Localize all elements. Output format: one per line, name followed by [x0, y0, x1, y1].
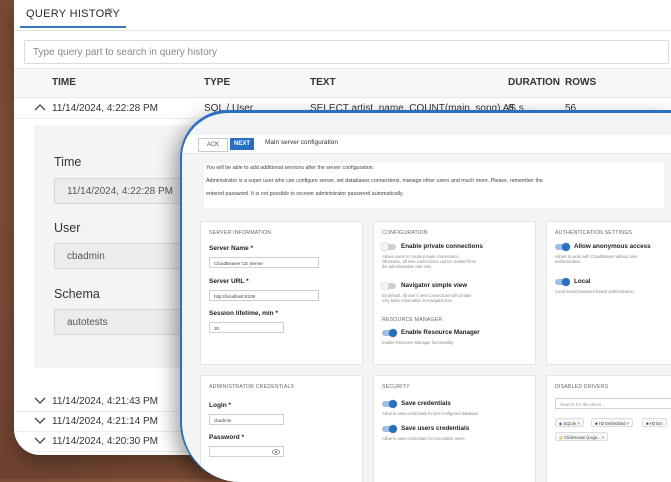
authentication-card: AUTHENTICATION SETTINGS Allow anonymous …: [546, 221, 671, 365]
server-url-label: Server URL *: [209, 278, 249, 285]
private-connections-setting: Enable private connections Allows users …: [381, 243, 542, 269]
anonymous-access-setting: Allow anonymous access Allows to work wi…: [555, 243, 671, 264]
server-name-input[interactable]: CloudBeaver CE Server: [209, 257, 319, 268]
configuration-card: CONFIGURATION Enable private connections…: [373, 221, 536, 365]
driver-chip-h2-embedded-2[interactable]: ■ H2 Em: [642, 418, 667, 427]
detail-schema-field: autotests: [54, 309, 189, 335]
toggle-label: Save credentials: [401, 400, 451, 407]
anonymous-access-toggle[interactable]: [555, 243, 570, 251]
row-time: 11/14/2024, 4:21:14 PM: [52, 416, 159, 427]
detail-user-field: cbadmin: [54, 243, 189, 269]
toggle-description: Allow to save credentials for non-admin …: [382, 436, 465, 441]
toggle-description: authentication: [555, 259, 581, 264]
toggle-label: Enable Resource Manager: [401, 329, 480, 336]
show-password-icon[interactable]: [272, 449, 280, 455]
detail-user-label: User: [54, 221, 81, 235]
server-url-input[interactable]: http://localhost:8108: [209, 290, 319, 301]
resource-manager-setting: Enable Resource Manager Enable Resource …: [382, 329, 542, 345]
chevron-down-icon[interactable]: [34, 394, 46, 406]
toggle-label: Enable private connections: [401, 243, 483, 250]
close-tab-icon[interactable]: ×: [107, 5, 113, 17]
detail-schema-label: Schema: [54, 287, 100, 301]
driver-chip-sqlite[interactable]: ◆ SQLite ×: [555, 418, 584, 427]
intro-line: entered password. It is not possible to …: [206, 191, 404, 197]
column-header-time[interactable]: TIME: [52, 77, 76, 88]
private-connections-toggle[interactable]: [381, 243, 396, 251]
admin-credentials-card: ADMINISTRATOR CREDENTIALS Login * cbadmi…: [200, 375, 363, 482]
tab-bar: QUERY HISTORY ×: [14, 0, 671, 31]
toggle-description: the administration part only.: [382, 264, 432, 269]
toggle-description: Allow to save credentials for pre-config…: [382, 411, 479, 416]
card-title: CONFIGURATION: [382, 230, 428, 236]
database-icon: ▥: [559, 435, 563, 440]
toggle-label: Save users credentials: [401, 425, 470, 432]
driver-chip-clickhouse[interactable]: ▥ ClickHouse (Lega... ×: [555, 432, 609, 441]
server-configuration-window: ACK NEXT Main server configuration You w…: [180, 110, 671, 482]
driver-chip-h2-embedded[interactable]: ■ H2 Embedded ×: [591, 418, 634, 427]
row-time: 11/14/2024, 4:21:43 PM: [52, 396, 159, 407]
table-header: TIME TYPE TEXT DURATION ROWS: [14, 68, 671, 98]
save-user-credentials-setting: Save users credentials Allow to save cre…: [382, 425, 542, 441]
toggle-label: Local: [574, 278, 591, 285]
chip-label: ClickHouse (Lega... ×: [564, 435, 605, 440]
toggle-label: Navigator simple view: [401, 282, 468, 289]
intro-text: You will be able to add additional servi…: [204, 163, 664, 208]
local-auth-setting: Local Local name/password based authenti…: [555, 278, 671, 294]
query-search-input[interactable]: Type query part to search in query histo…: [24, 40, 669, 64]
password-label: Password *: [209, 434, 245, 441]
save-credentials-setting: Save credentials Allow to save credentia…: [382, 400, 542, 416]
disabled-drivers-card: DISABLED DRIVERS Search for the driver..…: [546, 375, 671, 482]
column-header-duration[interactable]: DURATION: [508, 77, 560, 88]
chip-label: H2 Embedded ×: [598, 421, 630, 426]
intro-line: You will be able to add additional servi…: [206, 165, 375, 171]
page-title: Main server configuration: [265, 139, 338, 146]
toggle-description: only basic information in navigator tree: [382, 298, 453, 303]
wizard-toolbar: ACK NEXT Main server configuration: [182, 135, 671, 154]
column-header-rows[interactable]: ROWS: [565, 77, 596, 88]
login-input[interactable]: cbadmin: [209, 414, 284, 425]
card-title: DISABLED DRIVERS: [555, 384, 609, 390]
row-time: 11/14/2024, 4:22:28 PM: [52, 103, 159, 114]
database-icon: ◆: [559, 421, 563, 426]
next-button[interactable]: NEXT: [230, 138, 254, 150]
back-button[interactable]: ACK: [198, 138, 228, 152]
chip-label: H2 Em: [649, 421, 663, 426]
card-title: SERVER INFORMATION: [209, 230, 272, 236]
database-icon: ■: [595, 421, 598, 426]
session-lifetime-input[interactable]: 30: [209, 322, 284, 333]
column-header-type[interactable]: TYPE: [204, 77, 230, 88]
card-title: SECURITY: [382, 384, 410, 390]
detail-time-field: 11/14/2024, 4:22:28 PM: [54, 178, 189, 204]
chevron-down-icon[interactable]: [34, 414, 46, 426]
database-icon: ■: [646, 421, 649, 426]
column-header-text[interactable]: TEXT: [310, 77, 336, 88]
chevron-down-icon[interactable]: [34, 434, 46, 446]
toggle-description: Enable Resource Manager functionality: [382, 340, 454, 345]
session-lifetime-label: Session lifetime, min *: [209, 310, 278, 317]
save-credentials-toggle[interactable]: [382, 400, 397, 408]
card-title: AUTHENTICATION SETTINGS: [555, 230, 633, 236]
intro-line: Administrator is a super user who can co…: [206, 178, 543, 184]
navigator-view-setting: Navigator simple view By default, all us…: [381, 282, 542, 303]
toggle-label: Allow anonymous access: [574, 243, 651, 250]
navigator-view-toggle[interactable]: [381, 282, 396, 290]
toggle-description: Local name/password based authentication: [555, 289, 634, 294]
resource-manager-toggle[interactable]: [382, 329, 397, 337]
driver-search-input[interactable]: Search for the driver...: [555, 398, 671, 409]
chevron-up-icon[interactable]: [34, 101, 46, 113]
password-input[interactable]: [209, 446, 284, 457]
section-title: RESOURCE MANAGER: [382, 317, 443, 323]
detail-time-label: Time: [54, 155, 82, 169]
chip-label: SQLite ×: [563, 421, 580, 426]
security-card: SECURITY Save credentials Allow to save …: [373, 375, 536, 482]
save-user-credentials-toggle[interactable]: [382, 425, 397, 433]
row-time: 11/14/2024, 4:20:30 PM: [52, 436, 159, 447]
login-label: Login *: [209, 402, 232, 409]
local-auth-toggle[interactable]: [555, 278, 570, 286]
server-information-card: SERVER INFORMATION Server Name * CloudBe…: [200, 221, 363, 365]
server-name-label: Server Name *: [209, 245, 254, 252]
card-title: ADMINISTRATOR CREDENTIALS: [209, 384, 295, 390]
